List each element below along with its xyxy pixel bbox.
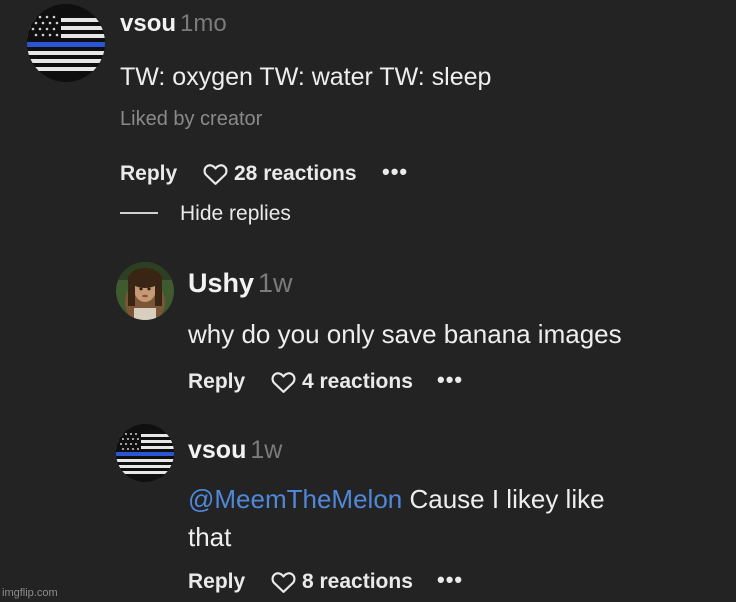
avatar[interactable] — [116, 424, 174, 482]
heart-icon — [271, 371, 296, 393]
user-photo-icon — [116, 262, 174, 320]
watermark: imgflip.com — [2, 587, 58, 599]
username[interactable]: Ushy — [188, 268, 254, 298]
thin-blue-line-flag-icon — [27, 4, 105, 82]
reactions-button[interactable]: 28 reactions — [203, 162, 357, 186]
comment-text-line1: Cause I likey like — [402, 484, 605, 514]
reactions-count: 8 reactions — [302, 570, 413, 593]
more-options-icon[interactable]: ••• — [437, 567, 463, 593]
reply-button[interactable]: Reply — [120, 162, 177, 186]
reactions-button[interactable]: 8 reactions — [271, 570, 413, 594]
more-options-icon[interactable]: ••• — [382, 159, 408, 185]
reply-button[interactable]: Reply — [188, 570, 245, 594]
username[interactable]: vsou — [120, 10, 176, 37]
comment-header: Ushy 1w — [188, 268, 293, 299]
timestamp: 1w — [258, 268, 293, 298]
heart-icon — [271, 571, 296, 593]
reactions-count: 28 reactions — [234, 162, 357, 185]
reply-button[interactable]: Reply — [188, 370, 245, 394]
comment-header: vsou 1w — [188, 436, 282, 465]
comment-text: TW: oxygen TW: water TW: sleep — [120, 63, 492, 91]
thread-divider-line — [120, 212, 158, 214]
thin-blue-line-flag-icon — [116, 424, 174, 482]
username[interactable]: vsou — [188, 436, 246, 464]
mention-link[interactable]: @MeemTheMelon — [188, 484, 402, 514]
timestamp: 1w — [250, 436, 283, 464]
heart-icon — [203, 163, 228, 185]
more-options-icon[interactable]: ••• — [437, 367, 463, 393]
avatar[interactable] — [27, 4, 105, 82]
liked-by-creator-label: Liked by creator — [120, 108, 263, 130]
reactions-count: 4 reactions — [302, 370, 413, 393]
timestamp: 1mo — [180, 10, 227, 37]
comment-text: @MeemTheMelon Cause I likey like that — [188, 480, 605, 556]
avatar[interactable] — [116, 262, 174, 320]
reactions-button[interactable]: 4 reactions — [271, 370, 413, 394]
hide-replies-button[interactable]: Hide replies — [180, 202, 291, 226]
comment-header: vsou 1mo — [120, 10, 227, 38]
comment-text-line2: that — [188, 522, 232, 552]
comment-text: why do you only save banana images — [188, 319, 622, 349]
